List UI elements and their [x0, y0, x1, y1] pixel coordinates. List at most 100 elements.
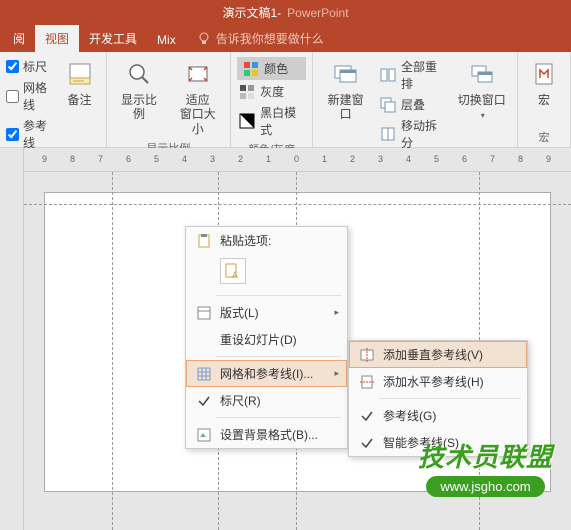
menu-separator [216, 417, 341, 418]
paste-options-label: 粘贴选项: [220, 232, 271, 249]
layout-icon [194, 305, 214, 321]
checkbox-gridlines-label: 网格线 [23, 79, 54, 113]
menu-separator [216, 356, 341, 357]
checkmark-icon [357, 436, 377, 450]
menu-format-background[interactable]: 设置背景格式(B)... [186, 421, 347, 448]
notes-button[interactable]: 备注 [60, 56, 100, 109]
notes-icon [64, 58, 96, 90]
grayscale-button[interactable]: 灰度 [237, 82, 306, 101]
ruler-tick: 1 [266, 154, 271, 164]
submenu-add-vertical[interactable]: 添加垂直参考线(V) [349, 341, 527, 368]
ruler-tick: 7 [490, 154, 495, 164]
guide-vertical[interactable] [112, 172, 113, 530]
ruler-tick: 7 [98, 154, 103, 164]
ribbon: 标尺 网格线 参考线 备注 显示 [0, 52, 571, 148]
grayscale-icon [239, 84, 255, 100]
tab-view[interactable]: 视图 [35, 25, 79, 52]
ruler-tick: 8 [70, 154, 75, 164]
checkbox-gridlines[interactable]: 网格线 [6, 79, 54, 113]
new-window-button[interactable]: 新建窗口 [319, 56, 372, 124]
paste-keep-formatting-button[interactable]: A [220, 258, 246, 284]
tell-me-search[interactable]: 告诉我你想要做什么 [198, 30, 324, 52]
guide-horizontal[interactable] [24, 204, 571, 205]
ruler-tick: 0 [294, 154, 299, 164]
document-title: 演示文稿1 [222, 4, 277, 21]
ruler-horizontal[interactable]: 9 8 7 6 5 4 3 2 1 0 1 2 3 4 5 6 7 8 9 [24, 148, 571, 171]
move-split-label: 移动拆分 [401, 117, 444, 151]
zoom-button[interactable]: 显示比例 [113, 56, 166, 124]
switch-windows-button[interactable]: 切换窗口▾ [452, 56, 511, 124]
checkmark-icon [194, 394, 214, 408]
checkbox-guides[interactable]: 参考线 [6, 117, 54, 151]
ruler-tick: 2 [238, 154, 243, 164]
tab-developer[interactable]: 开发工具 [79, 25, 147, 52]
cascade-button[interactable]: 层叠 [378, 95, 446, 114]
checkbox-guides-input[interactable] [6, 128, 19, 141]
horizontal-guide-icon [357, 374, 377, 390]
arrange-all-label: 全部重排 [401, 58, 444, 92]
title-bar: 演示文稿1 - PowerPoint [0, 0, 571, 25]
ribbon-group-color: 颜色 灰度 黑白模式 颜色/灰度 [231, 52, 313, 147]
menu-separator [216, 295, 341, 296]
dropdown-arrow-icon: ▾ [481, 111, 485, 120]
checkmark-icon [357, 409, 377, 423]
blackwhite-label: 黑白模式 [260, 104, 304, 138]
fit-window-button[interactable]: 适应 窗口大小 [171, 56, 224, 138]
ribbon-group-macros: 宏 宏 [518, 52, 571, 147]
menu-reset-slide[interactable]: 重设幻灯片(D) [186, 326, 347, 353]
move-split-icon [380, 126, 396, 142]
submenu-add-horizontal[interactable]: 添加水平参考线(H) [349, 368, 527, 395]
ruler-tick: 5 [154, 154, 159, 164]
color-button[interactable]: 颜色 [237, 57, 306, 80]
ruler-tick: 8 [518, 154, 523, 164]
tell-me-label: 告诉我你想要做什么 [216, 30, 324, 47]
context-menu: 粘贴选项: A 版式(L) ▸ 重设幻灯片(D) 网格和参考线(I)... ▸ … [185, 226, 348, 449]
ruler-vertical[interactable] [0, 172, 24, 530]
submenu-guides-label: 参考线(G) [383, 407, 519, 424]
watermark: 技术员联盟 www.jsgho.com [418, 437, 553, 497]
cascade-label: 层叠 [401, 96, 425, 113]
checkbox-gridlines-input[interactable] [6, 90, 19, 103]
ruler-tick: 1 [322, 154, 327, 164]
menu-ruler[interactable]: 标尺(R) [186, 387, 347, 414]
notes-label: 备注 [68, 93, 92, 107]
menu-grid-guides-label: 网格和参考线(I)... [220, 365, 334, 382]
submenu-arrow-icon: ▸ [334, 307, 339, 318]
grid-icon [194, 366, 214, 382]
ruler-horizontal-container: 9 8 7 6 5 4 3 2 1 0 1 2 3 4 5 6 7 8 9 [0, 148, 571, 172]
checkbox-ruler-input[interactable] [6, 60, 19, 73]
move-split-button[interactable]: 移动拆分 [378, 116, 446, 152]
macros-button[interactable]: 宏 [524, 56, 564, 109]
paste-icon [194, 233, 214, 249]
app-title: PowerPoint [287, 6, 348, 20]
fit-window-icon [182, 58, 214, 90]
tab-yuelan[interactable]: 阅 [3, 25, 35, 52]
submenu-guides[interactable]: 参考线(G) [349, 402, 527, 429]
submenu-add-horizontal-label: 添加水平参考线(H) [383, 373, 519, 390]
checkbox-ruler[interactable]: 标尺 [6, 58, 54, 75]
lightbulb-icon [198, 32, 210, 46]
zoom-label: 显示比例 [117, 93, 162, 122]
paste-options-header: 粘贴选项: [186, 227, 347, 254]
arrange-all-button[interactable]: 全部重排 [378, 57, 446, 93]
checkbox-guides-label: 参考线 [23, 117, 54, 151]
tab-mix[interactable]: Mix [147, 28, 186, 52]
zoom-icon [123, 58, 155, 90]
blackwhite-button[interactable]: 黑白模式 [237, 103, 306, 139]
cascade-icon [380, 97, 396, 113]
menu-layout[interactable]: 版式(L) ▸ [186, 299, 347, 326]
ribbon-group-zoom: 显示比例 适应 窗口大小 显示比例 [107, 52, 232, 147]
macros-label: 宏 [538, 93, 550, 107]
fit-window-label: 适应 窗口大小 [175, 93, 220, 136]
arrange-all-icon [380, 67, 396, 83]
watermark-url: www.jsgho.com [426, 476, 544, 497]
menu-layout-label: 版式(L) [220, 304, 334, 321]
ruler-tick: 4 [406, 154, 411, 164]
submenu-arrow-icon: ▸ [334, 368, 339, 379]
ruler-tick: 5 [434, 154, 439, 164]
checkbox-ruler-label: 标尺 [23, 58, 47, 75]
menu-grid-guides[interactable]: 网格和参考线(I)... ▸ [186, 360, 347, 387]
submenu-add-vertical-label: 添加垂直参考线(V) [383, 346, 519, 363]
new-window-label: 新建窗口 [323, 93, 368, 122]
ruler-corner [0, 148, 24, 172]
